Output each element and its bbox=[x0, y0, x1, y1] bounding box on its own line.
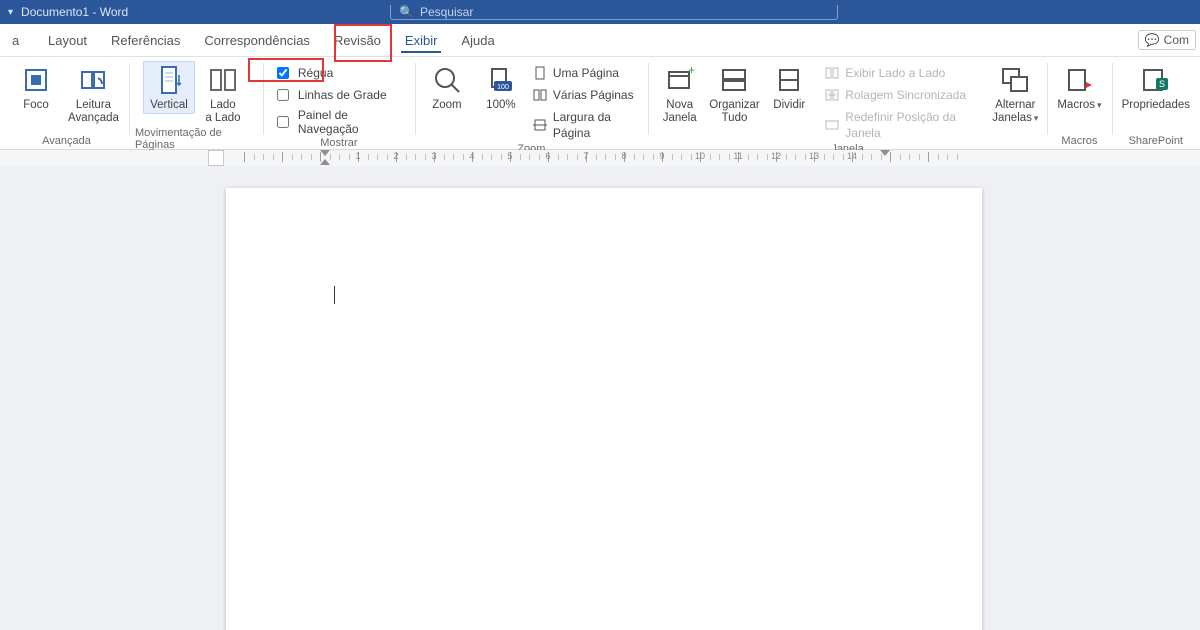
svg-text:+: + bbox=[688, 66, 695, 77]
search-input[interactable]: 🔍 Pesquisar bbox=[390, 5, 838, 20]
page-width-icon bbox=[533, 118, 547, 132]
tab-exibir[interactable]: Exibir bbox=[393, 24, 450, 56]
tab-layout[interactable]: Layout bbox=[36, 24, 99, 56]
zoom-button[interactable]: Zoom bbox=[421, 61, 473, 114]
group-zoom: Zoom 100 100% Uma Página Várias Páginas bbox=[415, 57, 648, 149]
organizar-tudo-button[interactable]: Organizar Tudo bbox=[708, 61, 762, 127]
title-bar: ▾ Documento1 - Word 🔍 Pesquisar bbox=[0, 0, 1200, 24]
painel-navegacao-checkbox-input[interactable] bbox=[277, 116, 289, 128]
varias-paginas-button[interactable]: Várias Páginas bbox=[529, 85, 642, 105]
switch-windows-icon bbox=[1000, 63, 1030, 97]
text-cursor bbox=[334, 286, 335, 304]
tab-correspondencias[interactable]: Correspondências bbox=[192, 24, 322, 56]
largura-pagina-button[interactable]: Largura da Página bbox=[529, 107, 642, 143]
group-sharepoint: S Propriedades SharePoint bbox=[1112, 57, 1200, 149]
comments-button[interactable]: 💬 Com bbox=[1138, 30, 1196, 50]
document-title: Documento1 - Word bbox=[21, 5, 128, 19]
rolagem-sincronizada-button: Rolagem Sincronizada bbox=[821, 85, 981, 105]
group-mostrar: Régua Linhas de Grade Painel de Navegaçã… bbox=[263, 57, 415, 149]
lado-a-lado-button[interactable]: Lado a Lado bbox=[197, 61, 249, 127]
search-icon: 🔍 bbox=[399, 5, 414, 19]
sync-scroll-icon bbox=[825, 88, 839, 102]
document-scroll-area[interactable] bbox=[0, 166, 1200, 630]
multi-page-icon bbox=[533, 88, 547, 102]
group-janela: + Nova Janela Organizar Tudo Dividir bbox=[648, 57, 1048, 149]
split-icon bbox=[774, 63, 804, 97]
propriedades-button[interactable]: S Propriedades bbox=[1118, 61, 1194, 114]
regua-checkbox[interactable]: Régua bbox=[269, 63, 409, 83]
vertical-pages-icon bbox=[155, 63, 183, 97]
first-line-indent-marker[interactable] bbox=[320, 150, 330, 156]
tab-revisao[interactable]: Revisão bbox=[322, 24, 393, 56]
zoom-icon bbox=[432, 63, 462, 97]
new-window-icon: + bbox=[665, 63, 695, 97]
zoom-100-button[interactable]: 100 100% bbox=[475, 61, 527, 114]
group-mov-paginas: Vertical Lado a Lado Movimentação de Pág… bbox=[129, 57, 263, 149]
speech-bubble-icon: 💬 bbox=[1145, 33, 1160, 47]
leitura-avancada-button[interactable]: Leitura Avançada bbox=[64, 61, 123, 127]
group-label-avancada: Avançada bbox=[42, 135, 91, 149]
group-label-sharepoint: SharePoint bbox=[1129, 135, 1183, 149]
tab-referencias[interactable]: Referências bbox=[99, 24, 192, 56]
linhas-grade-checkbox[interactable]: Linhas de Grade bbox=[269, 85, 409, 105]
redefinir-posicao-button: Redefinir Posição da Janela bbox=[821, 107, 981, 143]
group-label-mostrar: Mostrar bbox=[320, 137, 357, 151]
arrange-all-icon bbox=[719, 63, 749, 97]
tab-cut[interactable]: a bbox=[0, 24, 36, 56]
one-page-icon bbox=[533, 66, 547, 80]
group-label-macros: Macros bbox=[1061, 135, 1097, 149]
group-avancada: Foco Leitura Avançada Avançada bbox=[4, 57, 129, 149]
qat-dropdown-icon[interactable]: ▾ bbox=[8, 7, 13, 18]
painel-navegacao-checkbox[interactable]: Painel de Navegação bbox=[269, 107, 409, 137]
search-placeholder: Pesquisar bbox=[420, 5, 473, 19]
uma-pagina-button[interactable]: Uma Página bbox=[529, 63, 642, 83]
group-macros: Macros Macros bbox=[1047, 57, 1111, 149]
macros-button[interactable]: Macros bbox=[1053, 61, 1105, 114]
svg-text:100: 100 bbox=[497, 84, 509, 91]
page-1[interactable] bbox=[226, 188, 982, 630]
vertical-button[interactable]: Vertical bbox=[143, 61, 195, 114]
immersive-reader-icon bbox=[78, 63, 108, 97]
ribbon-tabs: a Layout Referências Correspondências Re… bbox=[0, 24, 1200, 57]
tab-ajuda[interactable]: Ajuda bbox=[449, 24, 506, 56]
horizontal-ruler[interactable]: 1234567891011121314 bbox=[220, 150, 980, 166]
view-side-by-side-icon bbox=[825, 66, 839, 80]
exibir-lado-a-lado-button: Exibir Lado a Lado bbox=[821, 63, 981, 83]
reset-window-pos-icon bbox=[825, 118, 839, 132]
svg-text:S: S bbox=[1159, 79, 1165, 89]
hanging-indent-marker[interactable] bbox=[320, 159, 330, 165]
dividir-button[interactable]: Dividir bbox=[763, 61, 815, 114]
foco-button[interactable]: Foco bbox=[10, 61, 62, 114]
regua-checkbox-input[interactable] bbox=[277, 67, 289, 79]
sharepoint-properties-icon: S bbox=[1140, 63, 1172, 97]
right-indent-marker[interactable] bbox=[880, 150, 890, 156]
nova-janela-button[interactable]: + Nova Janela bbox=[654, 61, 706, 127]
alternar-janelas-button[interactable]: Alternar Janelas bbox=[989, 61, 1041, 127]
side-by-side-icon bbox=[208, 63, 238, 97]
macros-icon bbox=[1064, 63, 1094, 97]
focus-icon bbox=[22, 63, 50, 97]
ribbon: Foco Leitura Avançada Avançada Vertical bbox=[0, 57, 1200, 150]
zoom-100-icon: 100 bbox=[486, 63, 516, 97]
linhas-grade-checkbox-input[interactable] bbox=[277, 89, 289, 101]
